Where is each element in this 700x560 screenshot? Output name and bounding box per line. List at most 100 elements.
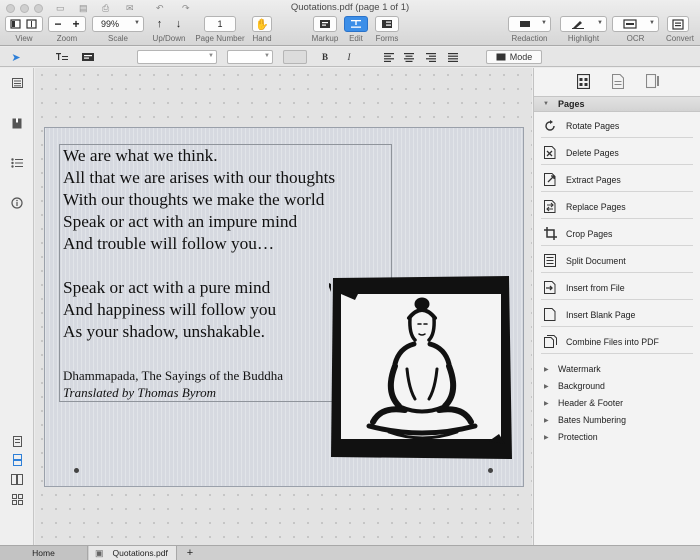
bold-button[interactable]: B xyxy=(318,50,332,64)
page-up-button[interactable]: ↑ xyxy=(157,18,163,30)
quote-line[interactable]: Speak or act with a pure mind xyxy=(63,278,270,298)
protection-section[interactable]: ▶ Protection xyxy=(534,430,700,446)
scale-label: Scale xyxy=(107,34,128,43)
mode-button[interactable]: Mode xyxy=(486,50,542,64)
page-down-button[interactable]: ↓ xyxy=(176,18,182,30)
quote-line[interactable]: Speak or act with an impure mind xyxy=(63,212,297,232)
mode-icon xyxy=(496,53,506,61)
citation[interactable]: Dhammapada, The Sayings of the Buddha xyxy=(63,368,283,384)
updown-buttons[interactable]: ↑ ↓ xyxy=(150,16,188,32)
add-text-icon xyxy=(56,53,68,60)
hand-button[interactable]: ✋ xyxy=(252,16,272,32)
quote-line[interactable]: We are what we think. xyxy=(63,146,218,166)
right-panel: ▼ Pages Rotate Pages Delete Pages Extrac… xyxy=(533,68,700,545)
tab-quotations[interactable]: ▣ Quotations.pdf xyxy=(89,546,177,560)
page-handle[interactable] xyxy=(74,468,79,473)
chevron-down-icon: ▼ xyxy=(541,20,547,26)
disclosure-right-icon: ▶ xyxy=(544,384,549,390)
highlight-icon xyxy=(572,21,584,29)
mode-label: Mode xyxy=(509,52,533,62)
replace-pages-item[interactable]: Replace Pages xyxy=(541,195,693,219)
edit-icon xyxy=(351,20,361,28)
font-size-select[interactable]: ▼ xyxy=(227,50,273,64)
watermark-section[interactable]: ▶ Watermark xyxy=(534,362,700,378)
page-number-input[interactable]: 1 xyxy=(204,16,236,32)
quote-line[interactable]: All that we are arises with our thoughts xyxy=(63,168,335,188)
align-right-button[interactable] xyxy=(424,50,438,64)
convert-icon xyxy=(672,18,684,30)
single-page-icon[interactable] xyxy=(9,434,25,448)
extract-pages-item[interactable]: Extract Pages xyxy=(541,168,693,192)
forms-button[interactable] xyxy=(375,16,399,32)
redaction-button[interactable]: ▼ xyxy=(508,16,551,32)
tab-home[interactable]: Home xyxy=(0,546,88,560)
quote-line[interactable]: With our thoughts we make the world xyxy=(63,190,324,210)
font-color-swatch[interactable] xyxy=(283,50,307,64)
scale-select[interactable]: 99% ▼ xyxy=(92,16,144,32)
translator[interactable]: Translated by Thomas Byrom xyxy=(63,385,216,401)
delete-pages-item[interactable]: Delete Pages xyxy=(541,141,693,165)
redaction-icon xyxy=(520,21,530,27)
select-arrow-icon[interactable]: ➤ xyxy=(8,50,24,64)
document-canvas[interactable]: We are what we think. All that we are ar… xyxy=(35,68,532,545)
quote-line[interactable]: And trouble will follow you… xyxy=(63,234,274,254)
properties-tab-icon xyxy=(646,73,659,88)
quote-line[interactable]: As your shadow, unshakable. xyxy=(63,322,265,342)
bookmark-icon[interactable] xyxy=(9,116,25,130)
markup-button[interactable] xyxy=(313,16,337,32)
background-section[interactable]: ▶ Background xyxy=(534,379,700,395)
rotate-pages-item[interactable]: Rotate Pages xyxy=(541,114,693,138)
continuous-page-icon[interactable] xyxy=(9,453,25,467)
chevron-down-icon: ▼ xyxy=(597,20,603,26)
info-icon[interactable] xyxy=(9,196,25,210)
properties-tab[interactable] xyxy=(644,72,662,90)
add-tab-button[interactable]: + xyxy=(183,546,197,560)
insert-from-file-item[interactable]: Insert from File xyxy=(541,276,693,300)
pages-tab-icon xyxy=(576,73,590,89)
quote-line[interactable]: And happiness will follow you xyxy=(63,300,276,320)
text-tool-button[interactable] xyxy=(54,50,70,64)
page-number-label: Page Number xyxy=(195,34,245,43)
crop-pages-item[interactable]: Crop Pages xyxy=(541,222,693,246)
grid-pages-icon[interactable] xyxy=(9,492,25,506)
pages-section-header[interactable]: ▼ Pages xyxy=(534,96,700,112)
zoom-out-button[interactable]: − xyxy=(54,17,61,31)
page-tools-tab[interactable] xyxy=(574,72,592,90)
combine-files-item[interactable]: Combine Files into PDF xyxy=(541,330,693,354)
split-document-item[interactable]: Split Document xyxy=(541,249,693,273)
buddha-image[interactable] xyxy=(329,274,514,461)
zoom-buttons[interactable]: − + xyxy=(48,16,86,32)
chevron-down-icon: ▼ xyxy=(649,20,655,26)
thumbnails-icon[interactable] xyxy=(9,76,25,90)
convert-button[interactable] xyxy=(667,16,689,32)
outline-icon[interactable] xyxy=(9,156,25,170)
justify-button[interactable] xyxy=(446,50,460,64)
disclosure-right-icon: ▶ xyxy=(544,418,549,424)
view-icon xyxy=(10,19,37,29)
pdf-page[interactable]: We are what we think. All that we are ar… xyxy=(44,127,524,487)
split-icon xyxy=(543,254,557,268)
align-center-button[interactable] xyxy=(402,50,416,64)
window-title: Quotations.pdf (page 1 of 1) xyxy=(290,2,410,13)
view-button[interactable] xyxy=(5,16,43,32)
insert-blank-page-item[interactable]: Insert Blank Page xyxy=(541,303,693,327)
two-page-icon[interactable] xyxy=(9,472,25,486)
header-footer-section[interactable]: ▶ Header & Footer xyxy=(534,396,700,412)
edit-button[interactable] xyxy=(344,16,368,32)
disclosure-right-icon: ▶ xyxy=(544,435,549,441)
bates-numbering-section[interactable]: ▶ Bates Numbering xyxy=(534,413,700,429)
panel-tabs xyxy=(534,68,700,94)
italic-button[interactable]: I xyxy=(342,50,356,64)
document-tab[interactable] xyxy=(609,72,627,90)
ocr-button[interactable]: ▼ xyxy=(612,16,659,32)
align-left-button[interactable] xyxy=(382,50,396,64)
text-box-button[interactable] xyxy=(80,50,96,64)
crop-icon xyxy=(543,227,557,241)
chevron-down-icon: ▼ xyxy=(208,53,214,59)
font-family-select[interactable]: ▼ xyxy=(137,50,217,64)
blank-page-icon xyxy=(543,308,557,322)
highlight-button[interactable]: ▼ xyxy=(560,16,607,32)
delete-page-icon xyxy=(543,146,557,160)
zoom-in-button[interactable]: + xyxy=(72,17,79,31)
page-handle[interactable] xyxy=(488,468,493,473)
